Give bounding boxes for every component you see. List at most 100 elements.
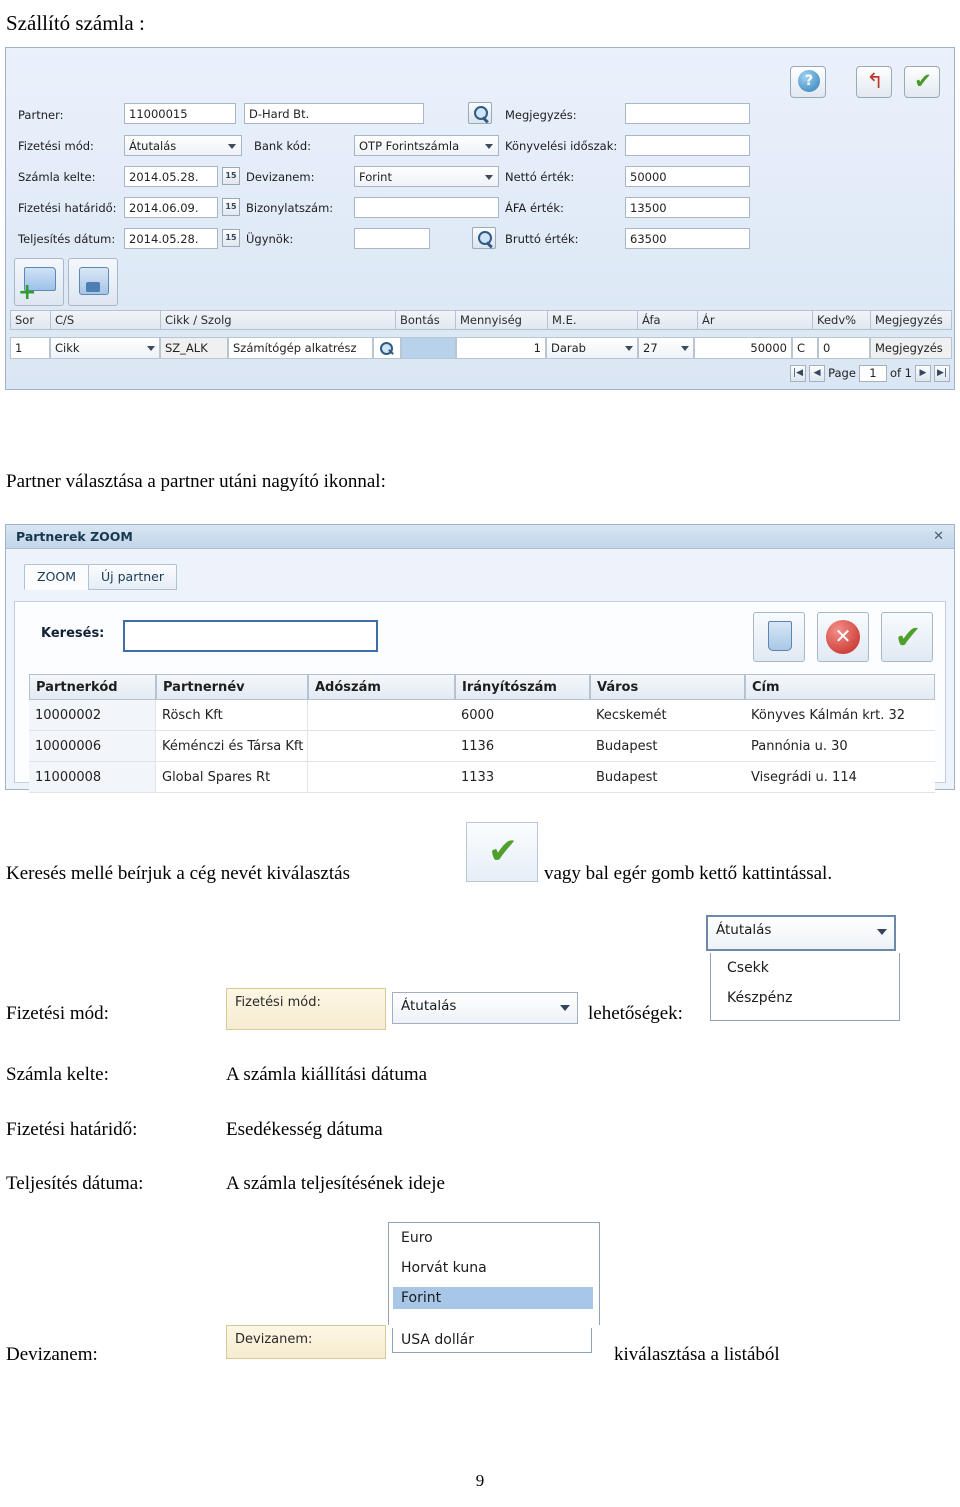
table-row[interactable]: 1136 [455,731,590,762]
mini-select-fizetesi-mod[interactable]: Átutalás [392,992,578,1024]
teljesites-datum-input[interactable]: 2014.05.28. [124,228,218,249]
table-row[interactable] [308,762,455,793]
confirm-button[interactable]: ✔ [904,66,940,98]
pager-first-button[interactable]: |◀ [790,364,807,382]
partner-code-input[interactable]: 11000015 [124,103,236,124]
pager-next-button[interactable]: ▶ [915,364,931,382]
invoice-form-screenshot: ? ↰ ✔ Partner: 11000015 D-Hard Bt. Megje… [5,47,955,390]
grid-cell-afa[interactable]: 27 [638,337,694,359]
table-row[interactable]: 11000008 [29,762,156,793]
grid-cell-cs[interactable]: Cikk [50,337,160,359]
grid-header-sor: Sor [10,310,50,330]
grid-header-me: M.E. [547,310,637,330]
undo-arrow-icon: ↰ [866,69,884,93]
devizanem-select[interactable]: Forint [354,166,499,187]
megjegyzes-input[interactable] [625,103,750,124]
note-suffix-devizanem: kiválasztása a listából [614,1344,780,1365]
grid-cell-kedv-flag[interactable]: C [792,337,818,359]
grid-cell-ar[interactable]: 50000 [694,337,792,359]
bizonylatszam-input[interactable] [354,197,499,218]
grid-cell-megjegyzes[interactable]: Megjegyzés [870,337,952,359]
table-row[interactable]: Visegrádi u. 114 [745,762,935,793]
konyvelesi-idoszak-input[interactable] [625,135,750,156]
pager-page-input[interactable]: 1 [858,364,887,382]
devizanem-dropdown-list[interactable]: Euro Horvát kuna Forint [388,1222,600,1325]
grid-cell-bontas[interactable] [401,337,456,359]
grid-header-megjegyzes: Megjegyzés [870,310,952,330]
calendar-icon-fizetesi-hatarido[interactable]: 15 [222,198,240,216]
table-row[interactable] [308,731,455,762]
grid-cell-mennyiseg[interactable]: 1 [456,337,546,359]
dropdown-item-euro[interactable]: Euro [393,1227,593,1249]
table-row[interactable]: Könyves Kálmán krt. 32 [745,700,935,731]
col-header-adoszam: Adószám [308,674,455,700]
table-row[interactable]: Pannónia u. 30 [745,731,935,762]
settings-button[interactable] [68,258,118,306]
afa-ertek-input[interactable]: 13500 [625,197,750,218]
table-row[interactable]: 6000 [455,700,590,731]
calendar-icon-teljesites[interactable]: 15 [222,229,240,247]
dropdown-item-forint[interactable]: Forint [393,1287,593,1309]
partner-name-input[interactable]: D-Hard Bt. [244,103,424,124]
caption-search-after: vagy bal egér gomb kettő kattintással. [544,863,833,884]
ugynok-search-icon[interactable] [472,227,496,249]
question-mark-icon: ? [798,70,820,92]
close-circle-icon: ✕ [826,620,860,654]
dropdown-selected-value[interactable]: Átutalás [706,915,896,951]
calendar-icon-szamla-kelte[interactable]: 15 [222,167,240,185]
table-row[interactable]: 1133 [455,762,590,793]
grid-cell-sor[interactable]: 1 [10,337,50,359]
delete-button[interactable] [753,612,805,662]
grid-cell-me[interactable]: Darab [546,337,638,359]
pager-last-button[interactable]: ▶| [934,364,950,382]
ok-button[interactable]: ✔ [881,612,933,662]
note-label-fizetesi-hatarido: Fizetési határidő: [6,1119,138,1140]
label-ugynok: Ügynök: [246,232,294,246]
brutto-ertek-input[interactable]: 63500 [625,228,750,249]
dropdown-item-usa-dollar[interactable]: USA dollár [392,1328,592,1353]
search-input[interactable] [123,620,378,652]
fizetesi-mod-mini-screenshot: Fizetési mód: Átutalás [226,988,582,1030]
grid-header-bontas: Bontás [395,310,455,330]
table-row[interactable]: Budapest [590,762,745,793]
table-row[interactable]: 10000006 [29,731,156,762]
grid-cell-kedv[interactable]: 0 [818,337,870,359]
table-row[interactable]: Kecskemét [590,700,745,731]
ugynok-input[interactable] [354,228,430,249]
grid-cell-cikk-code[interactable]: SZ_ALK [160,337,228,359]
table-row[interactable]: Kéménczi és Társa Kft [156,731,308,762]
confirm-button-callout[interactable]: ✔ [466,822,538,882]
table-row[interactable]: Global Spares Rt [156,762,308,793]
table-row[interactable]: 10000002 [29,700,156,731]
close-icon[interactable]: ✕ [933,529,944,544]
help-button[interactable]: ? [790,66,826,98]
tab-uj-partner[interactable]: Új partner [88,564,177,590]
table-row[interactable]: Rösch Kft [156,700,308,731]
tab-zoom[interactable]: ZOOM [24,564,90,590]
fizetesi-mod-select[interactable]: Átutalás [124,135,242,156]
pager-prev-button[interactable]: ◀ [809,364,826,382]
cancel-button[interactable]: ✕ [817,612,869,662]
fizetesi-mod-dropdown-screenshot: Átutalás Csekk Készpénz [706,915,902,1023]
bank-kod-select[interactable]: OTP Forintszámla [354,135,499,156]
invoice-form-area: ? ↰ ✔ Partner: 11000015 D-Hard Bt. Megje… [6,48,954,306]
dropdown-item-horvat-kuna[interactable]: Horvát kuna [393,1257,593,1279]
grid-cell-cikk-search[interactable] [373,337,401,359]
dropdown-item-csekk[interactable]: Csekk [719,957,889,979]
partner-zoom-screenshot: Partnerek ZOOM ✕ ZOOM Új partner Keresés… [5,524,955,793]
table-row[interactable] [308,700,455,731]
back-button[interactable]: ↰ [856,66,892,98]
col-header-partnernev: Partnernév [156,674,308,700]
netto-ertek-input[interactable]: 50000 [625,166,750,187]
new-item-button[interactable]: + [14,258,64,306]
table-row[interactable]: Budapest [590,731,745,762]
label-netto-ertek: Nettó érték: [505,170,575,184]
szamla-kelte-input[interactable]: 2014.05.28. [124,166,218,187]
grid-header-cikk: Cikk / Szolg [160,310,395,330]
page-number: 9 [475,1471,485,1490]
dropdown-item-keszpenz[interactable]: Készpénz [719,987,889,1009]
dropdown-list[interactable]: Csekk Készpénz [710,953,900,1021]
partner-search-icon[interactable] [468,102,492,124]
fizetesi-hatarido-input[interactable]: 2014.06.09. [124,197,218,218]
grid-cell-cikk-name[interactable]: Számítógép alkatrész [228,337,373,359]
